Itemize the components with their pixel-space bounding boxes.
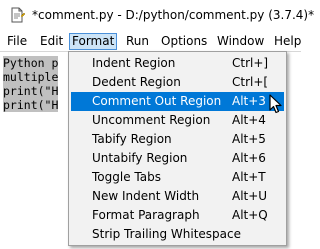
menu-item-untabify-region[interactable]: Untabify Region Alt+6: [71, 149, 284, 168]
menu-options[interactable]: Options: [159, 33, 209, 50]
menu-item-shortcut: Alt+U: [232, 189, 268, 203]
menu-run[interactable]: Run: [124, 33, 151, 50]
menu-item-dedent-region[interactable]: Dedent Region Ctrl+[: [71, 73, 284, 92]
menu-item-toggle-tabs[interactable]: Toggle Tabs Alt+T: [71, 168, 284, 187]
window-title: *comment.py - D:/python/comment.py (3.7.…: [32, 8, 315, 22]
menu-item-label: Strip Trailing Whitespace: [92, 227, 242, 241]
menu-item-label: New Indent Width: [92, 189, 200, 203]
menu-item-indent-region[interactable]: Indent Region Ctrl+]: [71, 54, 284, 73]
menu-help[interactable]: Help: [272, 33, 303, 50]
menu-item-strip-trailing-whitespace[interactable]: Strip Trailing Whitespace: [71, 225, 284, 244]
menu-item-uncomment-region[interactable]: Uncomment Region Alt+4: [71, 111, 284, 130]
menu-item-label: Format Paragraph: [92, 208, 200, 222]
menu-item-shortcut: Alt+5: [232, 132, 266, 146]
menu-window[interactable]: Window: [215, 33, 266, 50]
code-line: print("H: [3, 98, 59, 112]
menu-item-label: Toggle Tabs: [92, 170, 161, 184]
menu-edit[interactable]: Edit: [38, 33, 65, 50]
menu-item-comment-out-region[interactable]: Comment Out Region Alt+3: [71, 92, 284, 111]
menu-item-label: Uncomment Region: [92, 113, 211, 127]
mouse-pointer-icon: [269, 94, 282, 114]
menu-item-tabify-region[interactable]: Tabify Region Alt+5: [71, 130, 284, 149]
menu-format[interactable]: Format: [69, 33, 118, 50]
menu-item-shortcut: Alt+Q: [232, 208, 268, 222]
menu-item-label: Indent Region: [92, 56, 176, 70]
menu-item-label: Dedent Region: [92, 75, 181, 89]
menu-item-shortcut: Alt+T: [232, 170, 266, 184]
menu-file[interactable]: File: [5, 33, 29, 50]
menu-item-shortcut: Alt+3: [232, 94, 266, 108]
menu-item-shortcut: Alt+6: [232, 151, 266, 165]
idle-file-icon: [11, 7, 25, 23]
menu-item-format-paragraph[interactable]: Format Paragraph Alt+Q: [71, 206, 284, 225]
code-line: multiple: [3, 70, 59, 84]
menu-item-label: Untabify Region: [92, 151, 188, 165]
format-menu-dropdown: Indent Region Ctrl+] Dedent Region Ctrl+…: [68, 51, 287, 246]
title-bar: *comment.py - D:/python/comment.py (3.7.…: [0, 0, 314, 31]
code-line: Python p: [3, 56, 59, 70]
menu-item-shortcut: Ctrl+[: [232, 75, 269, 89]
code-line: print("H: [3, 84, 59, 98]
menu-bar: File Edit Format Run Options Window Help: [0, 31, 301, 51]
menu-item-shortcut: Ctrl+]: [232, 56, 269, 70]
menu-item-shortcut: Alt+4: [232, 113, 266, 127]
menu-item-label: Comment Out Region: [92, 94, 222, 108]
menu-item-new-indent-width[interactable]: New Indent Width Alt+U: [71, 187, 284, 206]
menu-item-label: Tabify Region: [92, 132, 172, 146]
